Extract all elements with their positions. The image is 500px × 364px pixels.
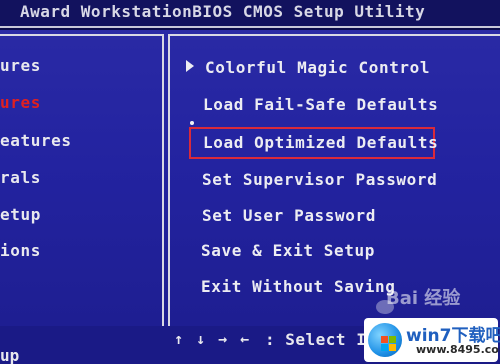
- site-url: www.8495.com: [416, 343, 500, 356]
- cursor-dot: [190, 121, 194, 125]
- left-menu-item-6[interactable]: ions: [0, 241, 41, 260]
- footer-nav-keys: ↑ ↓ → ←: [174, 330, 252, 348]
- left-menu-item-5[interactable]: etup: [0, 205, 41, 224]
- triangle-right-icon: [186, 60, 194, 72]
- footer-select-hint: : Select I: [265, 330, 367, 349]
- menu-exit-without-saving[interactable]: Exit Without Saving: [201, 277, 395, 296]
- menu-set-user-password[interactable]: Set User Password: [202, 206, 376, 225]
- left-menu-item-3[interactable]: eatures: [0, 131, 72, 150]
- menu-load-fail-safe-defaults[interactable]: Load Fail-Safe Defaults: [203, 95, 438, 114]
- footer-left-hint: up: [0, 346, 20, 364]
- menu-load-optimized-defaults[interactable]: Load Optimized Defaults: [203, 133, 438, 152]
- menu-colorful-magic-control[interactable]: Colorful Magic Control: [205, 58, 430, 77]
- menu-set-supervisor-password[interactable]: Set Supervisor Password: [202, 170, 437, 189]
- site-logo-badge: win7下载吧 www.8495.com: [364, 318, 500, 362]
- left-menu-item-4[interactable]: rals: [0, 168, 41, 187]
- title-bar: Award WorkstationBIOS CMOS Setup Utility: [0, 0, 500, 28]
- bios-screen: Award WorkstationBIOS CMOS Setup Utility…: [0, 0, 500, 364]
- left-menu-item-1[interactable]: ures: [0, 56, 41, 75]
- left-menu-item-2-active[interactable]: ures: [0, 93, 41, 112]
- win7-logo-icon: [368, 323, 402, 357]
- window-title: Award WorkstationBIOS CMOS Setup Utility: [20, 2, 426, 21]
- menu-save-exit-setup[interactable]: Save & Exit Setup: [201, 241, 375, 260]
- baidu-watermark: Bai 经验: [386, 288, 461, 309]
